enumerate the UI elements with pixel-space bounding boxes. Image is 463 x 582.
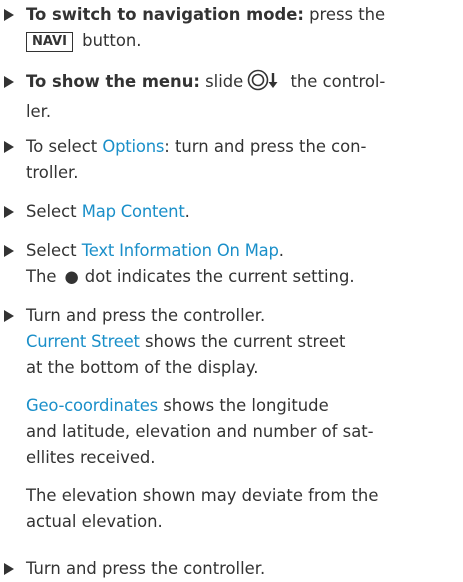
menu-item-text-information-on-map: Text Information On Map	[81, 241, 279, 260]
step-line: NAVI button.	[26, 28, 463, 54]
manual-page: To switch to navigation mode: press the …	[0, 0, 463, 582]
step-turn-press: Turn and press the controller. Current S…	[0, 303, 463, 535]
bullet-arrow-icon	[4, 9, 14, 21]
bullet-arrow-icon	[4, 141, 14, 153]
step-select-map-content: Select Map Content.	[0, 199, 463, 225]
step-line: Select Text Information On Map.	[26, 241, 284, 260]
menu-item-map-content: Map Content	[81, 202, 185, 221]
step-heading: To switch to navigation mode:	[26, 5, 304, 24]
step-line: ler.	[26, 102, 52, 121]
option-current-street-desc: Current Street shows the current street …	[26, 329, 463, 381]
step-switch-navigation: To switch to navigation mode: press the …	[0, 2, 463, 54]
step-line: at the bottom of the display.	[26, 358, 259, 377]
step-line: Turn and press the controller.	[26, 559, 266, 578]
menu-item-options: Options	[102, 137, 165, 156]
step-line: ellites received.	[26, 448, 156, 467]
step-line: Geo-coordinates shows the longitude	[26, 396, 329, 415]
step-line: actual elevation.	[26, 512, 163, 531]
step-line: To select Options: turn and press the co…	[26, 137, 367, 156]
current-setting-dot-icon: ●	[64, 267, 79, 286]
step-line: Turn and press the controller.	[26, 306, 266, 325]
step-line: The ● dot indicates the current setting.	[26, 264, 463, 290]
option-current-street: Current Street	[26, 332, 140, 351]
bullet-arrow-icon	[4, 245, 14, 257]
step-show-menu: To show the menu: slide the control- ler…	[0, 69, 463, 125]
step-heading: To show the menu:	[26, 72, 200, 91]
elevation-note: The elevation shown may deviate from the…	[26, 483, 463, 535]
step-select-options: To select Options: turn and press the co…	[0, 134, 463, 186]
controller-slide-down-icon	[247, 69, 283, 99]
step-line: To show the menu: slide the control-	[26, 69, 463, 99]
navi-key: NAVI	[26, 32, 73, 52]
step-line: Select Map Content.	[26, 202, 190, 221]
step-line: Current Street shows the current street	[26, 332, 346, 351]
step-line: To switch to navigation mode: press the	[26, 5, 386, 24]
bullet-arrow-icon	[4, 76, 14, 88]
step-select-text-information: Select Text Information On Map. The ● dot …	[0, 238, 463, 290]
bullet-arrow-icon	[4, 563, 14, 575]
bullet-arrow-icon	[4, 206, 14, 218]
bullet-arrow-icon	[4, 310, 14, 322]
step-line: troller.	[26, 163, 79, 182]
step-turn-press-final: Turn and press the controller.	[0, 556, 463, 582]
option-geo-coordinates-desc: Geo-coordinates shows the longitude and …	[26, 393, 463, 471]
step-line: The elevation shown may deviate from the	[26, 486, 379, 505]
step-line: and latitude, elevation and number of sa…	[26, 422, 374, 441]
option-geo-coordinates: Geo-coordinates	[26, 396, 158, 415]
